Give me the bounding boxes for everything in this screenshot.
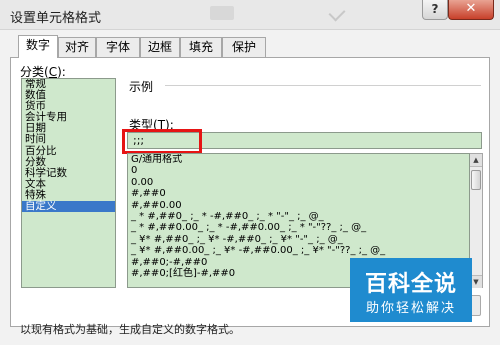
format-item[interactable]: 0.00 xyxy=(128,177,469,188)
category-item[interactable]: 百分比 xyxy=(22,145,115,157)
watermark-title: 百科全说 xyxy=(364,272,457,297)
format-item[interactable]: #,##0 xyxy=(128,188,469,199)
format-item[interactable]: #,##0.00 xyxy=(128,200,469,211)
format-item[interactable]: _ * #,##0.00_ ;_ * -#,##0.00_ ;_ * "-"??… xyxy=(128,222,469,233)
description-text: 以现有格式为基础，生成自定义的数字格式。 xyxy=(20,323,240,336)
tab-number[interactable]: 数字 xyxy=(18,35,58,58)
format-item[interactable]: 0 xyxy=(128,165,469,176)
tab-protection[interactable]: 保护 xyxy=(222,37,266,57)
background-arrow-icon xyxy=(328,4,346,22)
tab-font[interactable]: 字体 xyxy=(96,37,140,57)
dialog-title: 设置单元格格式 xyxy=(10,11,102,26)
format-item[interactable]: _ ¥* #,##0.00_ ;_ ¥* -#,##0.00_ ;_ ¥* "-… xyxy=(128,245,469,256)
close-button[interactable]: ✕ xyxy=(448,0,494,20)
tab-alignment[interactable]: 对齐 xyxy=(58,37,96,57)
category-item[interactable]: 时间 xyxy=(22,134,115,145)
watermark-subtitle: 助你轻松解决 xyxy=(365,301,456,316)
format-item[interactable]: G/通用格式 xyxy=(128,154,469,165)
highlight-box xyxy=(122,129,202,154)
watermark-logo: 百科全说 助你轻松解决 xyxy=(350,258,472,322)
tab-fill[interactable]: 填充 xyxy=(180,37,222,57)
scroll-up-icon[interactable]: ▲ xyxy=(470,154,482,167)
category-item-selected[interactable]: 自定义 xyxy=(22,200,115,213)
help-button[interactable]: ? xyxy=(422,0,448,20)
category-list[interactable]: 常规 数值 货币 会计专用 日期 时间 百分比 分数 科学记数 文本 特殊 自定… xyxy=(21,78,116,288)
sample-preview xyxy=(129,96,481,112)
background-tab xyxy=(210,6,234,20)
title-bar: 设置单元格格式 ? ✕ xyxy=(0,0,500,30)
format-item[interactable]: _ * #,##0_ ;_ * -#,##0_ ;_ * "-"_ ;_ @_ xyxy=(128,211,469,222)
scroll-thumb[interactable] xyxy=(471,170,481,190)
format-item[interactable]: _ ¥* #,##0_ ;_ ¥* -#,##0_ ;_ ¥* "-"_ ;_ … xyxy=(128,234,469,245)
sample-divider xyxy=(165,85,481,86)
tab-border[interactable]: 边框 xyxy=(140,37,180,57)
sample-label: 示例 xyxy=(129,80,154,94)
